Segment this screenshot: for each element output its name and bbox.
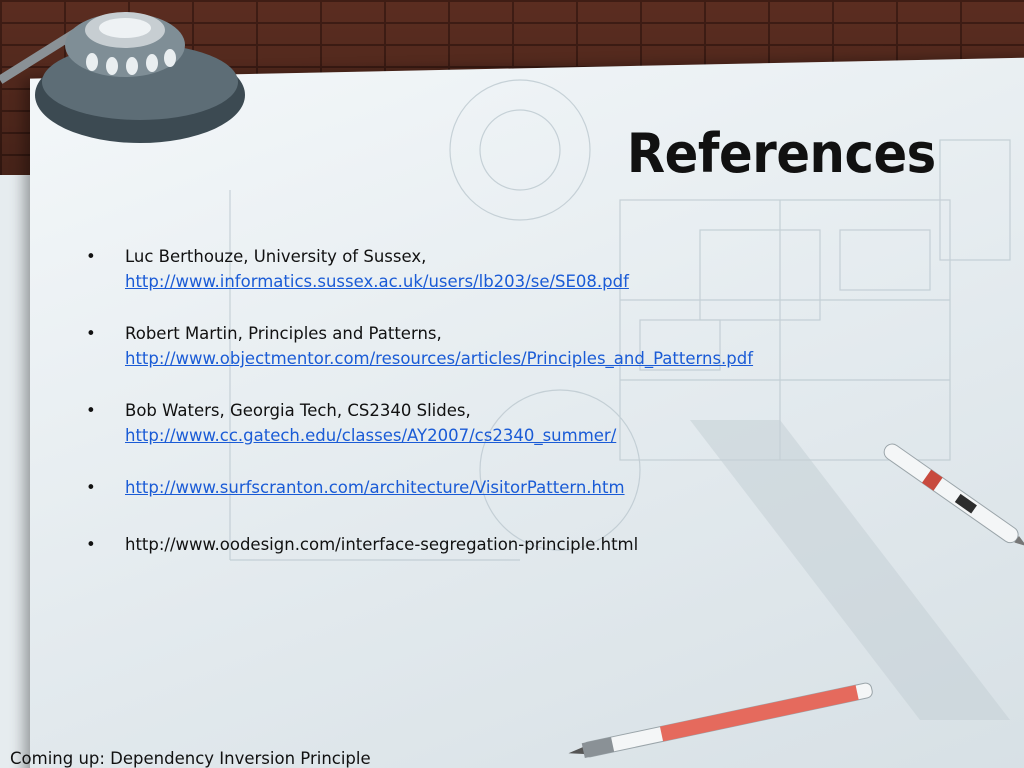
reference-text: http://www.oodesign.com/interface-segreg… [125, 535, 639, 554]
reference-item: • http://www.oodesign.com/interface-segr… [86, 532, 886, 557]
bullet: • [86, 247, 96, 266]
reference-item: • Bob Waters, Georgia Tech, CS2340 Slide… [86, 398, 886, 448]
desk-lamp-image [0, 12, 245, 143]
reference-link[interactable]: http://www.objectmentor.com/resources/ar… [125, 349, 753, 368]
bullet: • [86, 401, 96, 420]
reference-link[interactable]: http://www.surfscranton.com/architecture… [125, 478, 625, 497]
reference-link[interactable]: http://www.cc.gatech.edu/classes/AY2007/… [125, 426, 616, 445]
slide-title: References [627, 122, 936, 185]
bullet: • [86, 535, 96, 554]
bullet: • [86, 478, 96, 497]
bullet: • [86, 324, 96, 343]
references-list: • Luc Berthouze, University of Sussex, h… [86, 244, 886, 557]
footer-next-topic: Coming up: Dependency Inversion Principl… [10, 749, 371, 768]
reference-item: • http://www.surfscranton.com/architectu… [86, 475, 886, 500]
reference-link[interactable]: http://www.informatics.sussex.ac.uk/user… [125, 272, 629, 291]
slide: References • Luc Berthouze, University o… [0, 0, 1024, 768]
reference-text: Luc Berthouze, University of Sussex, [125, 247, 427, 266]
reference-item: • Luc Berthouze, University of Sussex, h… [86, 244, 886, 294]
pen-image [883, 443, 1024, 547]
pencil-image [568, 682, 873, 758]
reference-text: Robert Martin, Principles and Patterns, [125, 324, 442, 343]
reference-text: Bob Waters, Georgia Tech, CS2340 Slides, [125, 401, 471, 420]
reference-item: • Robert Martin, Principles and Patterns… [86, 321, 886, 371]
